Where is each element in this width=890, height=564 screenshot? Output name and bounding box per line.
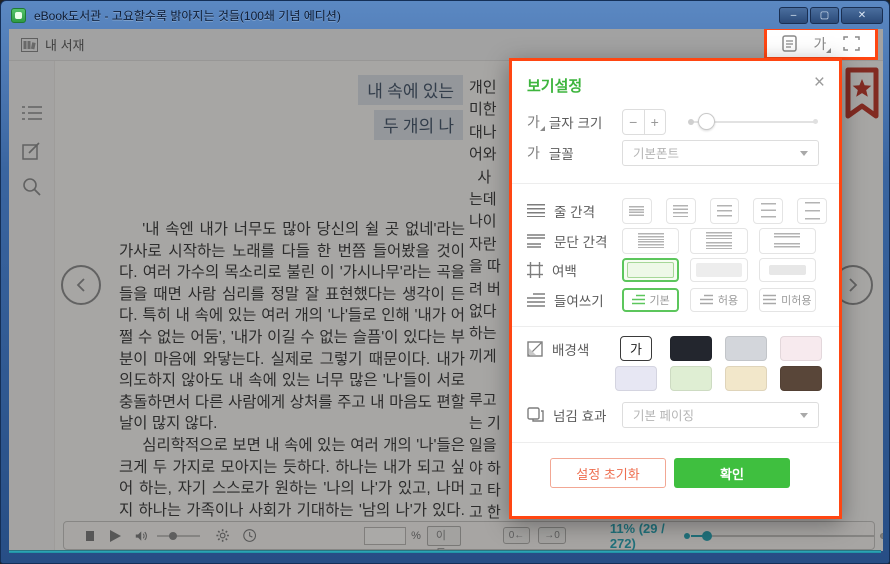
line-spacing-label: 줄 간격 [554, 201, 595, 221]
indent-option-label: 허용 [718, 292, 738, 308]
bg-swatch-brown[interactable] [780, 366, 822, 391]
font-size-stepper[interactable]: − + [622, 109, 666, 135]
close-button[interactable]: ✕ [841, 7, 883, 24]
bg-swatch-lavender[interactable] [615, 366, 657, 391]
minimize-button[interactable]: – [779, 7, 808, 24]
maximize-button[interactable]: ▢ [810, 7, 839, 24]
line-spacing-option-4[interactable] [753, 198, 783, 224]
indent-option-disallow[interactable]: 미허용 [759, 288, 816, 312]
view-settings-panel: 보기설정 × 가 글자 크기 − + [509, 58, 842, 519]
bg-swatch-gray[interactable] [725, 336, 767, 361]
indent-default-icon [632, 294, 645, 305]
indent-disallow-icon [763, 294, 776, 305]
indent-icon [527, 293, 545, 307]
indent-row: 들여쓰기 기본 허용 [527, 287, 827, 312]
page-effect-label: 넘김 효과 [553, 405, 606, 425]
font-size-label: 글자 크기 [549, 112, 602, 132]
line-spacing-row: 줄 간격 [527, 197, 827, 224]
indent-option-allow[interactable]: 허용 [690, 288, 747, 312]
bg-swatch-black[interactable] [670, 336, 712, 361]
font-size-row: 가 글자 크기 − + [527, 108, 827, 135]
page-effect-row: 넘김 효과 기본 페이징 [527, 401, 827, 428]
bg-color-icon [527, 341, 543, 357]
confirm-button[interactable]: 확인 [674, 458, 790, 488]
line-spacing-option-5[interactable] [797, 198, 827, 224]
font-row: 가 글꼴 기본폰트 [527, 139, 827, 166]
bg-color-swatches: 가 [615, 336, 822, 391]
paragraph-spacing-option-3[interactable] [759, 228, 816, 254]
window-title: eBook도서관 - 고요할수록 밝아지는 것들(100쇄 기념 에디션) [34, 7, 341, 24]
paragraph-spacing-label: 문단 간격 [554, 231, 607, 251]
slider-end-dot [813, 119, 818, 124]
font-label: 글꼴 [549, 143, 574, 163]
font-size-slider[interactable] [690, 121, 816, 123]
line-spacing-option-2[interactable] [666, 198, 696, 224]
margin-option-1-selected[interactable] [622, 258, 679, 282]
bg-swatch-pink[interactable] [780, 336, 822, 361]
margin-option-3[interactable] [759, 258, 816, 282]
indent-label: 들여쓰기 [554, 290, 604, 310]
page-settings-icon[interactable] [782, 35, 797, 52]
fullscreen-icon[interactable] [843, 36, 860, 51]
panel-close-icon[interactable]: × [814, 73, 825, 92]
margin-option-2[interactable] [690, 258, 747, 282]
line-spacing-option-3[interactable] [710, 198, 740, 224]
app-icon [11, 8, 26, 23]
page-effect-dropdown-value: 기본 페이징 [633, 405, 694, 424]
window-controls: – ▢ ✕ [779, 7, 883, 24]
font-size-icon: 가 [527, 115, 540, 129]
line-spacing-option-1[interactable] [622, 198, 652, 224]
paragraph-spacing-option-1[interactable] [622, 228, 679, 254]
margin-row: 여백 [527, 257, 827, 282]
margin-icon [527, 262, 543, 278]
font-size-plus-button[interactable]: + [645, 110, 666, 134]
font-size-slider-handle[interactable] [698, 113, 715, 130]
page-effect-icon [527, 407, 544, 422]
page-effect-dropdown[interactable]: 기본 페이징 [622, 402, 819, 428]
title-bar: eBook도서관 - 고요할수록 밝아지는 것들(100쇄 기념 에디션) – … [1, 1, 889, 29]
indent-option-default[interactable]: 기본 [622, 288, 679, 312]
reset-settings-button[interactable]: 설정 초기화 [550, 458, 666, 488]
font-dropdown[interactable]: 기본폰트 [622, 140, 819, 166]
reader-content: 내 서재 내 속에 있는 두 개의 나 '내 [9, 29, 883, 551]
indent-option-label: 미허용 [781, 292, 811, 308]
bg-swatch-beige[interactable] [725, 366, 767, 391]
paragraph-spacing-option-2[interactable] [690, 228, 747, 254]
bg-swatch-green[interactable] [670, 366, 712, 391]
font-icon: 가 [527, 143, 540, 163]
margin-label: 여백 [552, 260, 577, 280]
paragraph-spacing-row: 문단 간격 [527, 227, 827, 254]
bg-swatch-white[interactable]: 가 [620, 336, 652, 361]
bg-color-label: 배경색 [552, 339, 589, 359]
app-window: eBook도서관 - 고요할수록 밝아지는 것들(100쇄 기념 에디션) – … [0, 0, 890, 564]
font-dropdown-value: 기본폰트 [633, 143, 679, 162]
panel-title: 보기설정 [527, 75, 582, 96]
divider [512, 183, 839, 184]
slider-start-dot [688, 119, 694, 125]
line-spacing-icon [527, 204, 545, 217]
reader-toolbar-highlight: 가 [764, 29, 878, 60]
font-settings-icon[interactable]: 가 [814, 37, 827, 51]
paragraph-spacing-icon [527, 234, 545, 248]
indent-allow-icon [700, 294, 713, 305]
divider [512, 326, 839, 327]
font-size-minus-button[interactable]: − [623, 110, 645, 134]
divider [512, 442, 839, 443]
indent-option-label: 기본 [650, 292, 670, 308]
